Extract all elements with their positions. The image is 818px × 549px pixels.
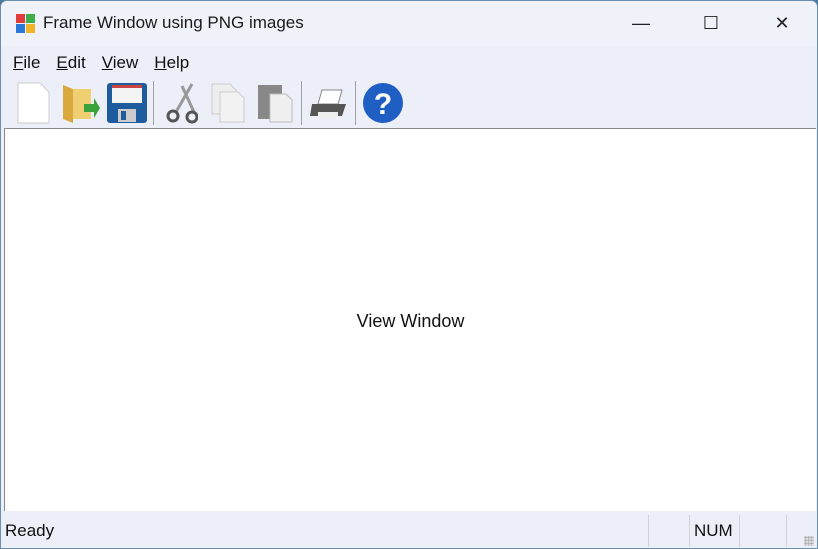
save-icon bbox=[106, 83, 147, 123]
help-button[interactable]: ? bbox=[359, 80, 406, 126]
open-button[interactable] bbox=[56, 80, 103, 126]
menu-bar: File Edit View Help bbox=[1, 49, 197, 77]
status-num: NUM bbox=[689, 515, 739, 547]
menu-label: File bbox=[13, 53, 41, 72]
status-pane-scrl bbox=[739, 515, 786, 547]
print-button[interactable] bbox=[305, 80, 352, 126]
menu-label: View bbox=[101, 53, 139, 72]
copy-icon bbox=[211, 83, 244, 123]
toolbar-separator bbox=[355, 81, 356, 125]
menu-label: Edit bbox=[56, 53, 86, 72]
print-icon bbox=[309, 89, 346, 118]
open-icon bbox=[62, 85, 100, 123]
status-pane-caps bbox=[648, 515, 689, 547]
status-text: Ready bbox=[5, 521, 55, 540]
toolbar-separator bbox=[301, 81, 302, 125]
svg-text:?: ? bbox=[373, 88, 391, 121]
menu-edit[interactable]: Edit bbox=[48, 49, 93, 77]
frame-window: Frame Window using PNG images — ☐ ✕ File… bbox=[0, 0, 818, 549]
cut-icon bbox=[166, 83, 198, 124]
paste-button[interactable] bbox=[251, 80, 298, 126]
close-button[interactable]: ✕ bbox=[747, 1, 817, 46]
app-icon bbox=[16, 14, 35, 33]
paste-icon bbox=[257, 85, 292, 123]
copy-button[interactable] bbox=[204, 80, 251, 126]
title-bar[interactable]: Frame Window using PNG images — ☐ ✕ bbox=[1, 1, 817, 46]
view-text: View Window bbox=[356, 311, 465, 331]
maximize-button[interactable]: ☐ bbox=[676, 1, 746, 46]
new-button[interactable] bbox=[9, 80, 56, 126]
save-button[interactable] bbox=[103, 80, 150, 126]
help-icon: ? bbox=[362, 83, 403, 123]
status-bar: Ready NUM bbox=[1, 513, 817, 548]
toolbar: ? bbox=[1, 79, 817, 127]
menu-file[interactable]: File bbox=[5, 49, 48, 77]
new-icon bbox=[17, 82, 49, 124]
toolbar-separator bbox=[153, 81, 154, 125]
minimize-button[interactable]: — bbox=[606, 1, 676, 46]
resize-grip[interactable] bbox=[804, 536, 814, 546]
menu-help[interactable]: Help bbox=[146, 49, 197, 77]
cut-button[interactable] bbox=[157, 80, 204, 126]
view-window[interactable]: View Window bbox=[4, 128, 816, 511]
window-title: Frame Window using PNG images bbox=[43, 13, 304, 32]
menu-label: Help bbox=[154, 53, 190, 72]
menu-view[interactable]: View bbox=[94, 49, 147, 77]
